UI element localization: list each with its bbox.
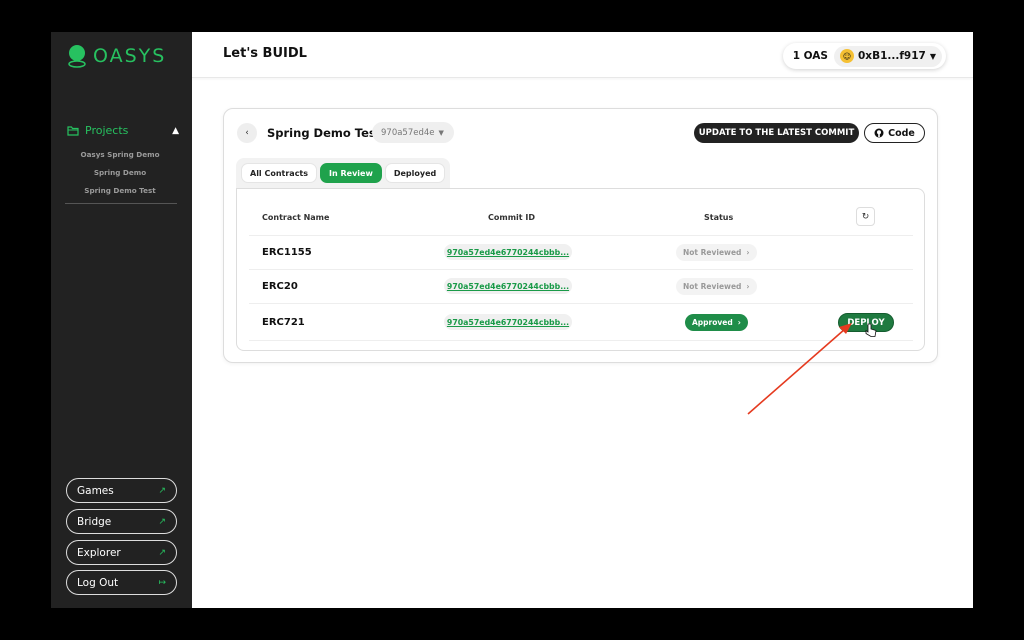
external-link-icon: ↗ <box>158 547 166 558</box>
sidebar-divider <box>65 203 177 204</box>
project-title: Spring Demo Test <box>267 126 382 140</box>
balance-label: 1 OAS <box>792 50 828 62</box>
table-row: ERC1155 970a57ed4e6770244cbbb... Not Rev… <box>249 235 913 269</box>
chevron-right-icon: › <box>746 282 750 291</box>
refresh-icon: ↻ <box>861 211 870 222</box>
bridge-button[interactable]: Bridge ↗ <box>66 509 177 534</box>
address-label: 0xB1...f917 <box>858 50 926 62</box>
avatar: ☺ <box>840 49 854 63</box>
folder-icon <box>67 126 79 136</box>
column-header-commit: Commit ID <box>488 213 536 222</box>
oasys-logo-icon <box>68 45 86 68</box>
github-icon <box>874 128 884 138</box>
chevron-left-icon: ‹ <box>245 128 249 138</box>
status-label: Not Reviewed <box>683 248 742 257</box>
commit-link[interactable]: 970a57ed4e6770244cbbb... <box>444 314 572 330</box>
external-link-icon: ↗ <box>158 516 166 527</box>
project-card: ‹ Spring Demo Test 970a57ed4e ▼ UPDATE T… <box>223 108 938 363</box>
account-dropdown[interactable]: ☺ 0xB1...f917 ▼ <box>834 45 942 67</box>
contract-name: ERC20 <box>262 281 298 292</box>
sidebar-subitem[interactable]: Spring Demo Test <box>65 185 175 203</box>
back-button[interactable]: ‹ <box>237 123 257 143</box>
column-header-status: Status <box>704 213 734 222</box>
deploy-button[interactable]: DEPLOY <box>838 313 894 332</box>
commit-select-value: 970a57ed4e <box>381 127 435 138</box>
logo[interactable]: OASYS <box>67 44 166 68</box>
chevron-right-icon: › <box>737 318 741 327</box>
contract-tabs: All Contracts In Review Deployed <box>236 158 451 188</box>
table-row: ERC20 970a57ed4e6770244cbbb... Not Revie… <box>249 269 913 303</box>
chevron-right-icon: › <box>746 248 750 257</box>
logout-label: Log Out <box>77 576 119 589</box>
project-subnav: Oasys Spring Demo Spring Demo Spring Dem… <box>65 149 175 203</box>
games-label: Games <box>77 484 114 497</box>
chevron-down-icon: ▼ <box>929 51 936 61</box>
top-header: Let's BUIDL 1 OAS ☺ 0xB1...f917 ▼ <box>192 32 973 78</box>
chevron-up-icon[interactable]: ▲ <box>172 126 179 136</box>
bridge-label: Bridge <box>77 515 112 528</box>
sidebar-subitem[interactable]: Oasys Spring Demo <box>65 149 175 167</box>
contract-name: ERC721 <box>262 317 305 328</box>
commit-select[interactable]: 970a57ed4e ▼ <box>372 122 454 143</box>
contract-name: ERC1155 <box>262 247 312 258</box>
status-label: Not Reviewed <box>683 282 742 291</box>
games-button[interactable]: Games ↗ <box>66 478 177 503</box>
wallet-widget[interactable]: 1 OAS ☺ 0xB1...f917 ▼ <box>782 43 946 69</box>
explorer-label: Explorer <box>77 546 121 559</box>
table-row: ERC721 970a57ed4e6770244cbbb... Approved… <box>249 303 913 341</box>
commit-link[interactable]: 970a57ed4e6770244cbbb... <box>444 244 572 260</box>
tab-all-contracts[interactable]: All Contracts <box>241 163 318 183</box>
sidebar: OASYS Projects ▲ Oasys Spring Demo Sprin… <box>51 32 192 608</box>
logo-text: OASYS <box>93 45 167 67</box>
code-button[interactable]: Code <box>864 123 925 143</box>
tab-deployed[interactable]: Deployed <box>384 163 446 183</box>
explorer-button[interactable]: Explorer ↗ <box>66 540 177 565</box>
status-label: Approved <box>692 318 733 327</box>
external-link-icon: ↗ <box>158 485 166 496</box>
sidebar-subitem[interactable]: Spring Demo <box>65 167 175 185</box>
logout-icon: ↦ <box>158 577 166 588</box>
commit-link[interactable]: 970a57ed4e6770244cbbb... <box>444 278 572 294</box>
projects-label: Projects <box>85 124 129 137</box>
page-title: Let's BUIDL <box>223 46 307 61</box>
tab-in-review[interactable]: In Review <box>320 163 382 183</box>
refresh-button[interactable]: ↻ <box>856 207 875 226</box>
logout-button[interactable]: Log Out ↦ <box>66 570 177 595</box>
app-window: OASYS Projects ▲ Oasys Spring Demo Sprin… <box>51 32 973 608</box>
sidebar-item-projects[interactable]: Projects ▲ <box>67 124 179 137</box>
contracts-table: Contract Name Commit ID Status ↻ ERC1155… <box>236 188 925 351</box>
code-label: Code <box>888 127 915 139</box>
update-latest-commit-button[interactable]: UPDATE TO THE LATEST COMMIT <box>694 123 859 143</box>
status-badge[interactable]: Not Reviewed › <box>676 244 757 261</box>
status-badge[interactable]: Not Reviewed › <box>676 278 757 295</box>
status-badge[interactable]: Approved › <box>685 314 748 331</box>
column-header-name: Contract Name <box>262 213 330 222</box>
chevron-down-icon: ▼ <box>438 128 444 137</box>
